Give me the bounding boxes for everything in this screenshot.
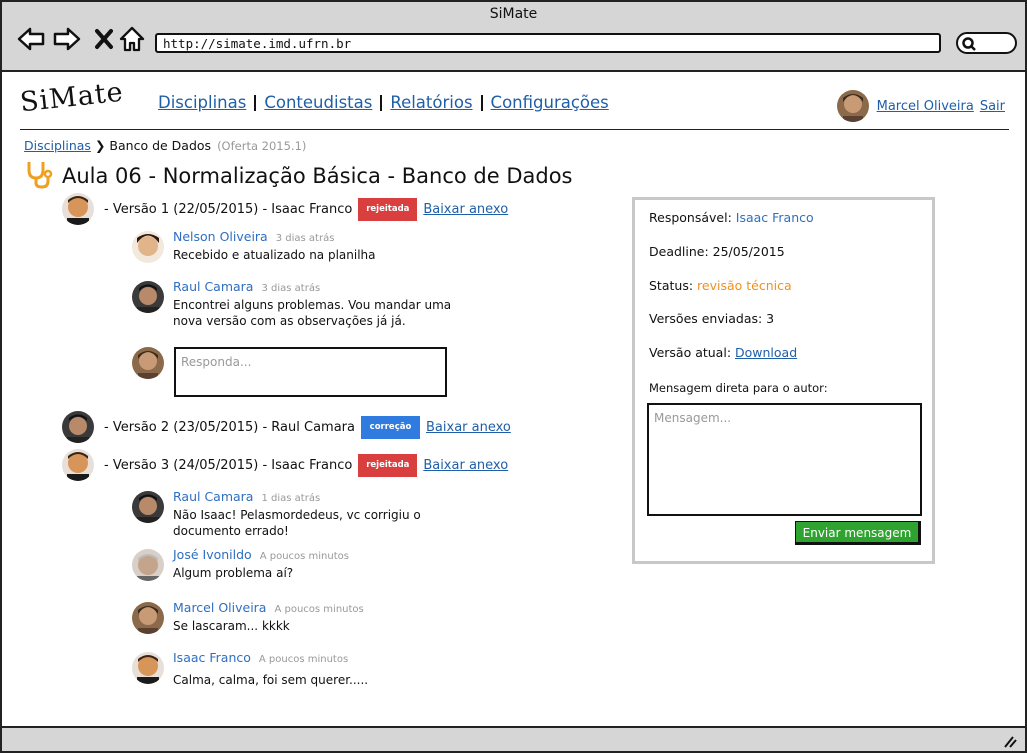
home-icon[interactable] [118,24,148,54]
comment-time: 3 dias atrás [261,283,321,294]
status-bar [2,726,1025,751]
current-user-avatar [132,347,164,379]
author-avatar [62,193,94,225]
responsavel-label: Responsável: [649,210,732,225]
status-badge: rejeitada [358,453,418,477]
comment-text: Recebido e atualizado na planilha [173,248,376,262]
deadline-text: Deadline: 25/05/2015 [649,244,785,259]
main-nav: Disciplinas Conteudistas Relatórios Conf… [158,93,609,112]
logout-link[interactable]: Sair [980,99,1005,114]
browser-window: SiMate http://simate.imd.ufrn.br SiMate … [0,0,1027,753]
breadcrumb-disciplinas[interactable]: Disciplinas [24,138,91,153]
search-icon [962,37,976,51]
commenter-name[interactable]: Raul Camara [173,489,253,504]
nav-relatorios[interactable]: Relatórios [390,93,472,112]
resize-grip-icon[interactable] [1003,733,1017,752]
browser-search-field[interactable] [956,32,1017,54]
commenter-avatar [132,549,164,581]
chevron-right-icon: ❯ [94,138,106,153]
comment: José Ivonildo A poucos minutos Algum prob… [132,547,349,581]
responsavel-row: Responsável: Isaac Franco [649,210,814,225]
forward-icon[interactable] [52,24,82,54]
comment-time: 1 dias atrás [261,493,321,504]
status-label: Status: [649,278,694,293]
comment-time: A poucos minutos [259,551,349,562]
commenter-avatar [132,602,164,634]
comment-text: Calma, calma, foi sem querer..... [173,673,369,687]
download-link[interactable]: Download [735,345,797,360]
info-panel: Responsável: Isaac Franco Deadline: 25/0… [632,197,935,564]
download-attachment-link[interactable]: Baixar anexo [423,458,508,473]
status-value: revisão técnica [697,278,792,293]
message-label: Mensagem direta para o autor: [649,381,828,395]
nav-separator [380,94,383,111]
comment: Isaac Franco A poucos minutos Calma, calm… [132,650,369,688]
window-title: SiMate [489,6,538,22]
reply-textarea[interactable]: Responda... [174,347,447,397]
send-message-button[interactable]: Enviar mensagem [795,521,921,545]
version-label: - Versão 2 (23/05/2015) - Raul Camara [104,419,355,435]
commenter-name[interactable]: José Ivonildo [173,547,252,562]
comment-text: Não Isaac! Pelasmordedeus, vc corrigiu o… [173,508,421,538]
comment-text: Algum problema aí? [173,566,294,580]
comment-time: A poucos minutos [274,604,364,615]
status-badge: correção [361,415,420,439]
comment: Marcel Oliveira A poucos minutos Se lasca… [132,600,364,634]
comment: Raul Camara 1 dias atrás Não Isaac! Pelas… [132,489,463,539]
version-row: - Versão 3 (24/05/2015) - Isaac Franco r… [62,449,508,481]
back-icon[interactable] [16,24,46,54]
author-avatar [62,449,94,481]
version-row: - Versão 1 (22/05/2015) - Isaac Franco r… [62,193,508,225]
version-label: - Versão 3 (24/05/2015) - Isaac Franco [104,457,353,473]
current-version-label: Versão atual: [649,345,732,360]
comment-time: A poucos minutos [258,654,349,665]
page-title: Aula 06 - Normalização Básica - Banco de… [62,164,573,188]
app-logo[interactable]: SiMate [19,77,125,119]
comment: Nelson Oliveira 3 dias atrás Recebido e a… [132,229,376,263]
comment-text: Encontrei alguns problemas. Vou mandar u… [173,298,452,328]
nav-disciplinas[interactable]: Disciplinas [158,93,246,112]
nav-conteudistas[interactable]: Conteudistas [264,93,372,112]
header-user: Marcel Oliveira Sair [836,90,1005,122]
breadcrumb-current: Banco de Dados [109,138,212,153]
nav-separator [254,94,257,111]
browser-toolbar: SiMate http://simate.imd.ufrn.br [2,2,1025,72]
current-version-row: Versão atual: Download [649,345,797,360]
author-avatar [62,411,94,443]
breadcrumb: Disciplinas ❯ Banco de Dados (Oferta 201… [24,138,306,153]
stethoscope-icon [26,159,54,193]
commenter-name[interactable]: Marcel Oliveira [173,600,266,615]
close-icon[interactable] [90,24,120,54]
version-label: - Versão 1 (22/05/2015) - Isaac Franco [104,201,353,217]
commenter-avatar [132,491,164,523]
nav-configuracoes[interactable]: Configurações [491,93,609,112]
commenter-name[interactable]: Nelson Oliveira [173,229,268,244]
comment: Raul Camara 3 dias atrás Encontrei alguns… [132,279,463,329]
commenter-avatar [132,652,164,684]
download-attachment-link[interactable]: Baixar anexo [423,202,508,217]
url-bar[interactable]: http://simate.imd.ufrn.br [155,33,941,53]
message-textarea[interactable]: Mensagem... [647,403,922,516]
comment-time: 3 dias atrás [275,233,335,244]
comment-text: Se lascaram... kkkk [173,619,290,633]
header-divider [20,129,1009,130]
commenter-name[interactable]: Isaac Franco [173,650,251,665]
commenter-name[interactable]: Raul Camara [173,279,253,294]
nav-separator [480,94,483,111]
versions-sent-text: Versões enviadas: 3 [649,311,775,326]
commenter-avatar [132,281,164,313]
commenter-avatar [132,231,164,263]
page-title-row: Aula 06 - Normalização Básica - Banco de… [26,159,572,193]
version-row: - Versão 2 (23/05/2015) - Raul Camara co… [62,411,511,443]
status-row: Status: revisão técnica [649,278,792,293]
responsavel-name[interactable]: Isaac Franco [736,210,814,225]
breadcrumb-offer: (Oferta 2015.1) [217,138,307,153]
download-attachment-link[interactable]: Baixar anexo [426,420,511,435]
status-badge: rejeitada [358,197,418,221]
user-name-link[interactable]: Marcel Oliveira [877,99,974,114]
user-avatar[interactable] [836,90,869,122]
